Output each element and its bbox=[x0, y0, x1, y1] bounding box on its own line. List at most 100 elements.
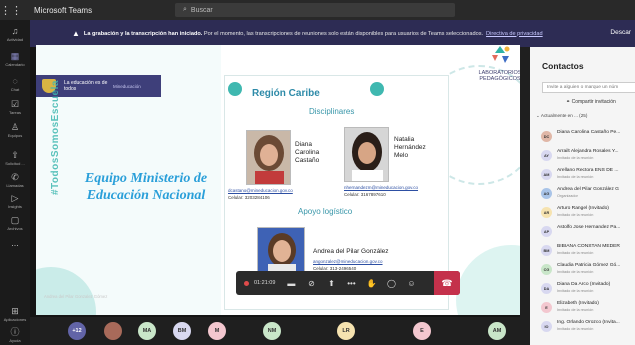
slide-title: Equipo Ministerio de Educación Nacional bbox=[84, 171, 208, 203]
call-timer: 01:21:09 bbox=[254, 280, 276, 286]
search-icon: ⌕ bbox=[183, 6, 187, 13]
tasks-icon: ☑ bbox=[10, 99, 20, 109]
participants-button[interactable]: ☺ bbox=[401, 271, 421, 295]
panel-title: Contactos bbox=[542, 61, 584, 71]
recording-indicator-icon bbox=[244, 280, 249, 286]
logo-text: La educación es de todos bbox=[64, 80, 108, 92]
camera-button[interactable]: ▬ bbox=[281, 271, 301, 295]
logo-ministry: Mineducación bbox=[113, 83, 141, 89]
email-natalia[interactable]: nhernandezm@mineducacion.gov.co bbox=[344, 185, 418, 190]
chat-button[interactable]: ◯ bbox=[381, 271, 401, 295]
apps-icon: ⊞ bbox=[11, 306, 19, 316]
participant-row[interactable]: AG Andrea del Pilar González G Organizador bbox=[541, 186, 635, 202]
rail-requests[interactable]: ⇧ Solicitud ... bbox=[0, 150, 30, 166]
participant-row[interactable]: AY Arrailt Alejandra Rosales Y... Invitado… bbox=[541, 148, 635, 164]
invite-input[interactable]: Invite a alguien o marque un núm bbox=[542, 82, 635, 93]
labs-icon bbox=[492, 46, 510, 63]
labs-text: LABORATORIOS PEDAGÓGICOS bbox=[478, 69, 520, 83]
share-button[interactable]: ⬆ bbox=[321, 271, 341, 295]
gallery-avatar[interactable]: MA bbox=[138, 322, 156, 340]
participant-row[interactable]: DC Diana Carolina Castaño Pe... bbox=[541, 129, 635, 145]
gallery-avatar[interactable]: AM bbox=[488, 322, 506, 340]
raise-hand-button[interactable]: ✋ bbox=[361, 271, 381, 295]
gallery-avatar[interactable]: NM bbox=[263, 322, 281, 340]
chat-icon: ◌ bbox=[12, 76, 18, 86]
hand-icon: ✋ bbox=[366, 278, 377, 288]
banner-bold-text: La grabación y la transcripción han inic… bbox=[83, 30, 203, 37]
rail-teams[interactable]: ♙ Equipos bbox=[0, 122, 30, 138]
phone-icon: ✆ bbox=[11, 172, 19, 182]
participant-row[interactable]: DA Diana Da Arco (Invitado) Invitado de la… bbox=[541, 281, 635, 297]
files-icon: ▢ bbox=[10, 215, 20, 225]
gallery-avatar[interactable]: LR bbox=[337, 322, 355, 340]
app-rail: ♫ Actividad ▦ Calendario ◌ Chat ☑ Tareas ♙ Eq… bbox=[0, 20, 30, 345]
privacy-link[interactable]: Directiva de privacidad bbox=[486, 31, 543, 37]
insights-icon: ▷ bbox=[11, 193, 19, 203]
rail-files[interactable]: ▢ Archivos bbox=[0, 215, 30, 231]
teal-dot bbox=[228, 82, 242, 96]
participant-row[interactable]: E Elizabeth (Invitado) Invitado de la reun… bbox=[541, 300, 635, 316]
bell-icon: ♫ bbox=[11, 26, 19, 36]
mic-off-icon: ⊘ bbox=[308, 278, 315, 288]
call-controls: 01:21:09 ▬ ⊘ ⬆ ••• ✋ ◯ ☺ ☎ bbox=[236, 271, 460, 295]
hang-up-button[interactable]: ☎ bbox=[434, 271, 460, 295]
teal-dot bbox=[370, 82, 384, 96]
mute-button[interactable]: ⊘ bbox=[301, 271, 321, 295]
participant-gallery: +12 MA BM M NM LR E AM bbox=[30, 317, 530, 345]
title-bar: ⋮⋮ Microsoft Teams ⌕ Buscar bbox=[0, 0, 635, 20]
chat-icon: ◯ bbox=[386, 278, 396, 288]
region-title: Región Caribe bbox=[252, 88, 320, 99]
search-box[interactable]: ⌕ Buscar bbox=[175, 3, 455, 17]
help-icon: ⓘ bbox=[10, 327, 20, 337]
rail-calendar[interactable]: ▦ Calendario bbox=[0, 51, 30, 67]
banner-text: Por el momento, las transcripciones de r… bbox=[203, 30, 484, 37]
app-title: Microsoft Teams bbox=[34, 5, 93, 15]
participant-row[interactable]: CG Claudia Patricia Gómez Gó... Invitado d… bbox=[541, 262, 635, 278]
rail-more[interactable]: ... bbox=[0, 238, 30, 248]
search-placeholder: Buscar bbox=[190, 6, 213, 14]
app-launcher-icon[interactable]: ⋮⋮ bbox=[0, 0, 22, 20]
gallery-avatar[interactable]: M bbox=[208, 322, 226, 340]
warning-icon: ▲ bbox=[72, 29, 80, 38]
rail-activity[interactable]: ♫ Actividad bbox=[0, 26, 30, 42]
participants-panel: Contactos Invite a alguien o marque un n… bbox=[530, 47, 635, 345]
rail-calls[interactable]: ✆ Llamadas bbox=[0, 172, 30, 188]
teams-icon: ♙ bbox=[10, 122, 20, 132]
more-icon: ... bbox=[11, 238, 19, 248]
name-diana: Diana Carolina Castaño bbox=[295, 141, 320, 164]
presenter-name: Andrea del Pilar Gonzalez Gómez bbox=[44, 294, 108, 299]
phone-diana: Celular: 3203284106 bbox=[228, 195, 270, 200]
email-diana[interactable]: dcastano@mineducacion.gov.co bbox=[228, 188, 293, 193]
photo-natalia bbox=[344, 127, 389, 182]
share-invite-button[interactable]: ⚭ Compartir invitación bbox=[566, 99, 616, 105]
camera-icon: ▬ bbox=[287, 278, 296, 288]
deco-circle bbox=[456, 245, 520, 315]
participant-row[interactable]: AM Arellano Rectora ENS DE ... Invitado de… bbox=[541, 167, 635, 183]
more-icon: ••• bbox=[347, 278, 356, 288]
more-actions-button[interactable]: ••• bbox=[341, 271, 361, 295]
name-andrea: Andrea del Pilar González bbox=[313, 248, 389, 255]
email-andrea[interactable]: angonzalez@mineducacion.gov.co bbox=[313, 259, 383, 264]
participant-row[interactable]: AR Arturo Rangel (Invitado) Invitado de la… bbox=[541, 205, 635, 221]
gallery-avatar[interactable]: BM bbox=[173, 322, 191, 340]
gallery-avatar[interactable]: E bbox=[413, 322, 431, 340]
gallery-avatar[interactable]: +12 bbox=[68, 322, 86, 340]
participant-row[interactable]: IO Ing. Orlando Orozco (Invita... Invitado… bbox=[541, 319, 635, 335]
request-icon: ⇧ bbox=[11, 150, 19, 160]
participant-row[interactable]: BM BIBIANA CONSTAN MEDER Invitado de la re… bbox=[541, 243, 635, 259]
rail-tasks[interactable]: ☑ Tareas bbox=[0, 99, 30, 115]
rail-help[interactable]: ⓘ Ayuda bbox=[0, 327, 30, 343]
phone-hangup-icon: ☎ bbox=[441, 277, 453, 288]
participants-section[interactable]: ⌄ Actualmente en ... (25) bbox=[536, 113, 587, 119]
rail-chat[interactable]: ◌ Chat bbox=[0, 76, 30, 92]
share-icon: ⬆ bbox=[328, 278, 335, 288]
rail-insights[interactable]: ▷ Insights bbox=[0, 193, 30, 209]
phone-natalia: Celular: 3167897610 bbox=[344, 192, 386, 197]
rail-apps[interactable]: ⊞ Aplicaciones bbox=[0, 306, 30, 322]
gallery-avatar-photo[interactable] bbox=[104, 322, 122, 340]
section-apoyo: Apoyo logístico bbox=[298, 207, 353, 216]
calendar-icon: ▦ bbox=[10, 51, 20, 61]
participant-row[interactable]: AP Astolfo Jose Hernandez Pa... bbox=[541, 224, 635, 240]
dismiss-button[interactable]: Descar bbox=[610, 29, 631, 36]
people-icon: ☺ bbox=[407, 278, 416, 288]
